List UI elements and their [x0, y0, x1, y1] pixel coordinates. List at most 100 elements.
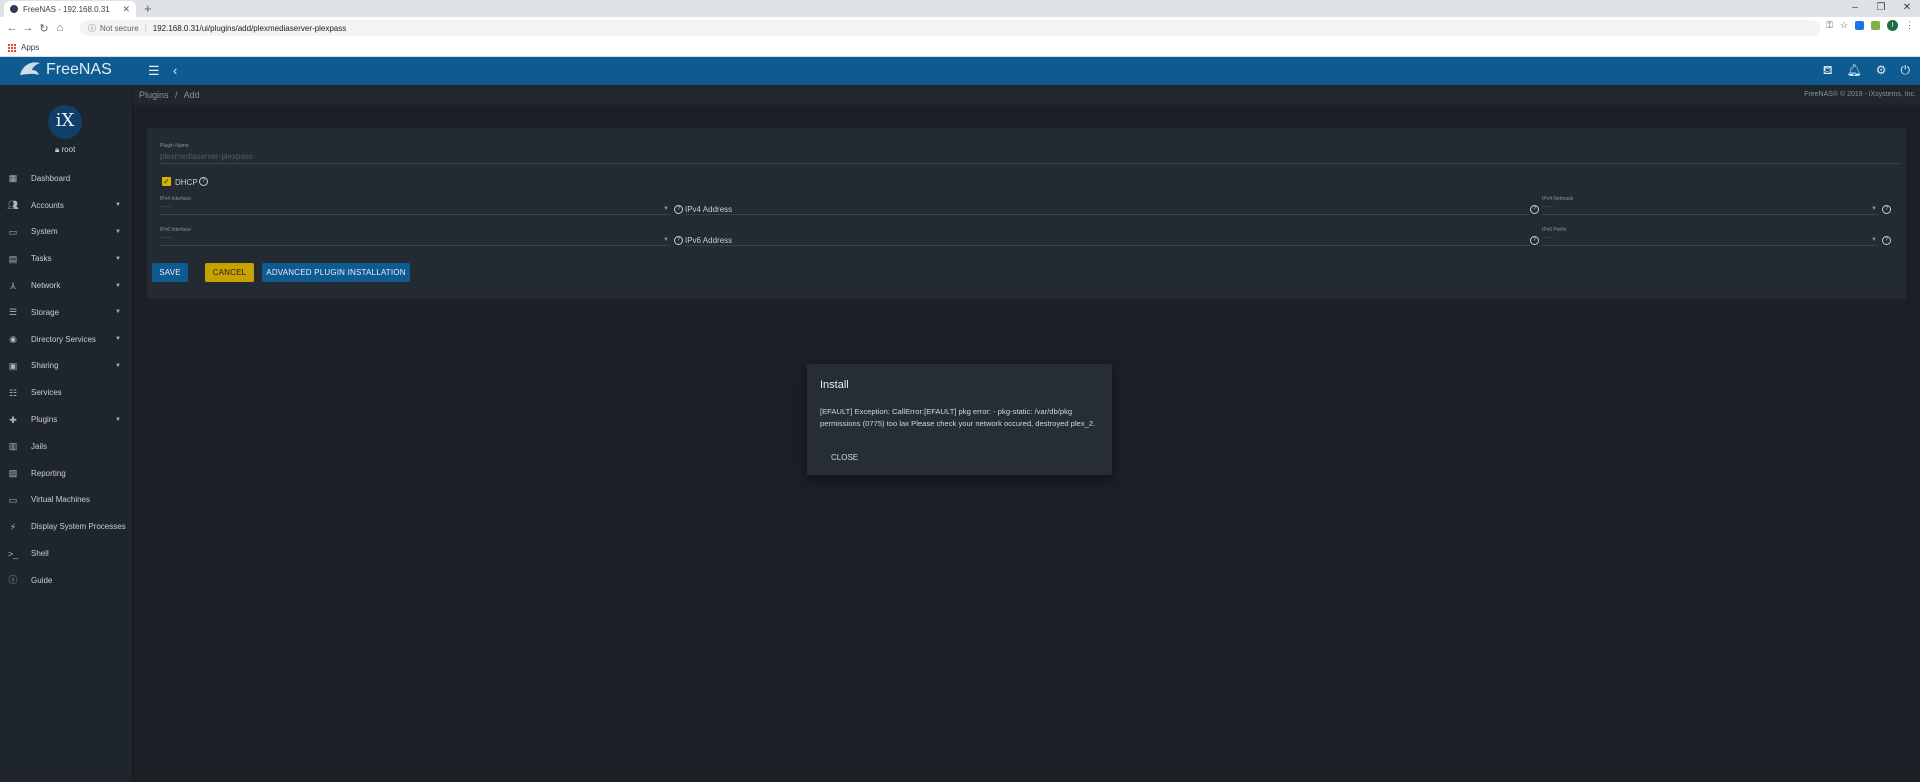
chevron-down-icon: ▼: [115, 255, 121, 262]
install-error-dialog: Install [EFAULT] Exception: CallError:[E…: [807, 364, 1112, 475]
notifications-bell-icon[interactable]: 🔔︎: [1847, 63, 1862, 79]
save-button[interactable]: SAVE: [152, 263, 188, 282]
sidebar-item-services[interactable]: ☷ Services: [0, 379, 133, 406]
close-button[interactable]: CLOSE: [831, 453, 858, 462]
help-icon[interactable]: ?: [674, 236, 683, 245]
chevron-down-icon: ▼: [115, 362, 121, 369]
browser-menu-icon[interactable]: ⋮: [1905, 20, 1914, 31]
sidebar-item-directory-services[interactable]: ◉ Directory Services ▼: [0, 326, 133, 353]
breadcrumb-add: Add: [183, 90, 200, 100]
plugin-name-label: Plugin Name: [160, 143, 189, 149]
ipv6-prefix-select[interactable]: ------: [1542, 235, 1554, 241]
sidebar-item-shell[interactable]: >_ Shell: [0, 540, 133, 567]
help-icon[interactable]: ?: [1882, 205, 1891, 214]
chevron-down-icon: ▼: [115, 202, 121, 209]
sidebar-item-reporting[interactable]: ▨ Reporting: [0, 460, 133, 487]
sidebar-item-plugins[interactable]: ✚ Plugins ▼: [0, 406, 133, 433]
minimize-icon[interactable]: –: [1842, 0, 1868, 17]
ipv6-interface-label: IPv6 Interface: [160, 227, 191, 233]
profile-avatar[interactable]: I: [1887, 20, 1898, 31]
sidebar-item-dashboard[interactable]: ▦ Dashboard: [0, 165, 133, 192]
sidebar-nav: ▦ Dashboard 👥︎ Accounts ▼ ▭ System ▼ ▤ Tasks ▼ …: [0, 165, 133, 594]
collapse-chevron-icon[interactable]: ‹: [173, 63, 177, 78]
sidebar-item-accounts[interactable]: 👥︎ Accounts ▼: [0, 192, 133, 219]
directory-services-icon: ◉: [9, 334, 17, 345]
chevron-down-icon[interactable]: ▼: [1871, 237, 1877, 243]
extension-icon[interactable]: [1855, 21, 1864, 30]
advanced-plugin-installation-button[interactable]: ADVANCED PLUGIN INSTALLATION: [262, 263, 410, 282]
ipv6-interface-select[interactable]: ------: [160, 235, 172, 241]
key-icon[interactable]: ⚿: [1826, 20, 1833, 31]
help-icon[interactable]: ?: [1530, 236, 1539, 245]
bookmark-star-icon[interactable]: ☆: [1840, 20, 1848, 31]
back-icon[interactable]: ←: [4, 22, 20, 34]
tasks-icon: ▤: [8, 253, 18, 264]
cancel-button[interactable]: CANCEL: [205, 263, 254, 282]
reload-icon[interactable]: ↻: [36, 22, 52, 35]
window-close-icon[interactable]: ✕: [1894, 0, 1920, 17]
dhcp-checkbox[interactable]: ✓: [162, 177, 171, 186]
browser-tab[interactable]: FreeNAS - 192.168.0.31 ✕: [4, 1, 136, 17]
header-actions: ⛾ 🔔︎ ⚙ ⏻: [1823, 63, 1910, 79]
address-bar[interactable]: ⓘ Not secure | 192.168.0.31/ui/plugins/a…: [80, 20, 1820, 36]
help-icon[interactable]: ?: [1530, 205, 1539, 214]
theme-paint-icon[interactable]: ⛾: [1823, 63, 1833, 79]
shell-icon: >_: [7, 548, 19, 559]
sidebar-item-jails[interactable]: ▥ Jails: [0, 433, 133, 460]
info-icon[interactable]: ⓘ: [88, 23, 96, 34]
extension-icon[interactable]: [1871, 21, 1880, 30]
ipv6-address-field[interactable]: IPv6 Address: [685, 236, 732, 245]
breadcrumb: Plugins / Add: [139, 90, 200, 100]
settings-gear-icon[interactable]: ⚙: [1876, 63, 1887, 79]
current-user: 🔒︎ root: [55, 145, 75, 155]
sidebar-item-network[interactable]: ⅄ Network ▼: [0, 272, 133, 299]
sidebar-item-virtual-machines[interactable]: ▭ Virtual Machines: [0, 487, 133, 514]
help-icon[interactable]: ?: [199, 177, 208, 186]
ipv6-prefix-label: IPv6 Prefix: [1542, 227, 1567, 233]
bookmarks-bar: Apps: [0, 39, 1920, 57]
ipv4-netmask-label: IPv4 Netmask: [1542, 196, 1574, 202]
apps-bookmark[interactable]: Apps: [21, 43, 39, 52]
storage-icon: ☰: [8, 307, 18, 318]
new-tab-icon[interactable]: +: [144, 0, 152, 17]
restore-icon[interactable]: ❐: [1868, 0, 1894, 17]
power-icon[interactable]: ⏻: [1901, 63, 1911, 79]
guide-icon: ⓘ: [8, 575, 18, 586]
plugins-icon: ✚: [9, 414, 17, 425]
plugin-name-field[interactable]: plexmediaserver-plexpass: [160, 152, 253, 161]
ipv4-address-field[interactable]: IPv4 Address: [685, 205, 732, 214]
sidebar: iX 🔒︎ root ▦ Dashboard 👥︎ Accounts ▼ ▭ Syste…: [0, 85, 133, 782]
favicon-icon: [10, 5, 18, 13]
network-icon: ⅄: [10, 280, 16, 291]
help-icon[interactable]: ?: [1882, 236, 1891, 245]
chevron-down-icon[interactable]: ▼: [663, 237, 669, 243]
ipv4-netmask-select[interactable]: ------: [1542, 204, 1554, 210]
brand-text: FreeNAS: [46, 61, 112, 78]
freenas-logo[interactable]: FreeNAS: [18, 59, 112, 81]
sidebar-item-tasks[interactable]: ▤ Tasks ▼: [0, 245, 133, 272]
help-icon[interactable]: ?: [674, 205, 683, 214]
chevron-down-icon[interactable]: ▼: [1871, 206, 1877, 212]
ix-logo: iX: [48, 105, 82, 139]
reporting-icon: ▨: [8, 468, 18, 479]
sidebar-item-display-system-processes[interactable]: ⚡︎ Display System Processes: [0, 513, 133, 540]
menu-icon[interactable]: ☰: [148, 63, 160, 79]
tab-close-icon[interactable]: ✕: [122, 4, 130, 15]
url-text: 192.168.0.31/ui/plugins/add/plexmediaser…: [152, 23, 347, 33]
sidebar-item-system[interactable]: ▭ System ▼: [0, 219, 133, 246]
ipv4-interface-select[interactable]: ------: [160, 204, 172, 210]
window-controls: – ❐ ✕: [1842, 0, 1920, 17]
sidebar-item-sharing[interactable]: ▣ Sharing ▼: [0, 353, 133, 380]
toolbar-right: ⚿ ☆ I ⋮: [1826, 20, 1914, 31]
forward-icon[interactable]: →: [20, 22, 36, 34]
sidebar-item-guide[interactable]: ⓘ Guide: [0, 567, 133, 594]
username: root: [61, 145, 76, 154]
sidebar-item-storage[interactable]: ☰ Storage ▼: [0, 299, 133, 326]
apps-grid-icon[interactable]: [8, 43, 16, 52]
breadcrumb-plugins[interactable]: Plugins: [139, 90, 169, 100]
chevron-down-icon[interactable]: ▼: [663, 206, 669, 212]
dialog-message: [EFAULT] Exception: CallError:[EFAULT] p…: [820, 407, 1096, 428]
home-icon[interactable]: ⌂: [52, 22, 68, 34]
accounts-icon: 👥︎: [7, 200, 19, 211]
jails-icon: ▥: [8, 441, 18, 452]
